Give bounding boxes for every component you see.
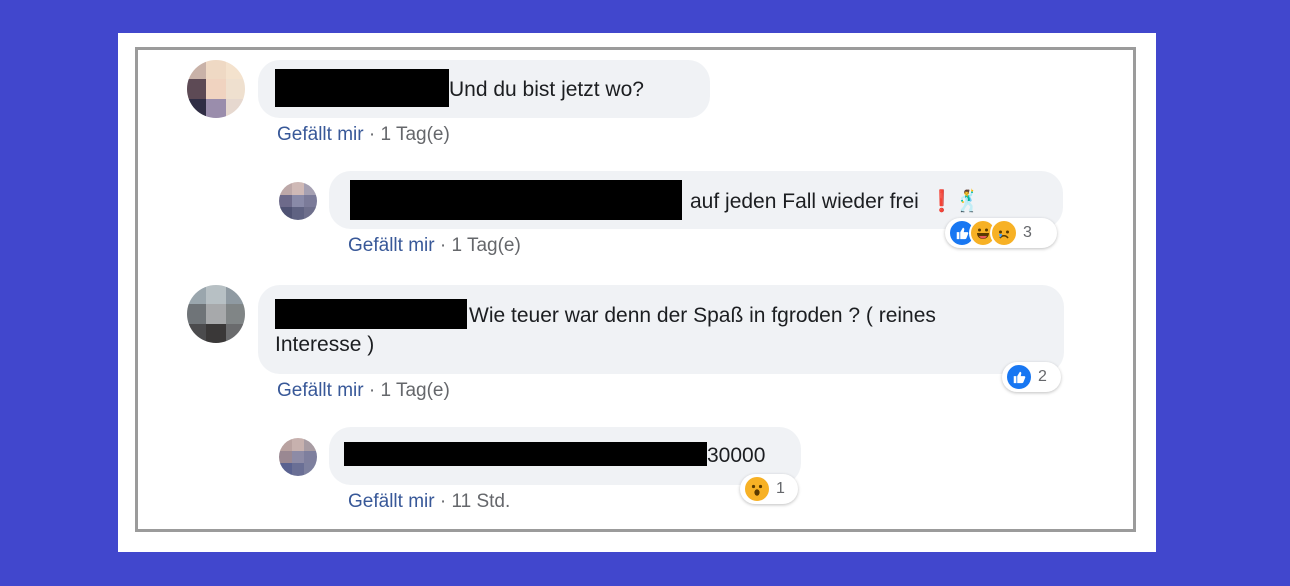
comment-meta: Gefällt mir · 11 Std. xyxy=(348,491,510,513)
reaction-count: 3 xyxy=(1023,224,1032,241)
reaction-count: 2 xyxy=(1038,368,1047,385)
redacted-name xyxy=(275,299,467,330)
reaction-summary[interactable]: 1 xyxy=(740,474,798,504)
exclamation-dancer-emoji: ❗🕺 xyxy=(928,190,981,214)
comment-text: 30000 xyxy=(707,444,766,467)
comment-time[interactable]: 1 Tag(e) xyxy=(451,235,520,256)
like-link[interactable]: Gefällt mir xyxy=(348,235,435,256)
comment-bubble: 30000 xyxy=(329,427,801,485)
redacted-name xyxy=(275,69,449,107)
meta-separator: · xyxy=(368,124,376,145)
like-link[interactable]: Gefällt mir xyxy=(348,491,435,512)
avatar[interactable] xyxy=(279,438,317,476)
comment-text-line1: Wie teuer war denn der Spaß in fgroden ?… xyxy=(469,304,936,327)
reaction-summary[interactable]: 2 xyxy=(1002,362,1061,392)
meta-separator: · xyxy=(439,491,447,512)
like-link[interactable]: Gefällt mir xyxy=(277,124,364,145)
comment-time[interactable]: 1 Tag(e) xyxy=(380,124,449,145)
like-icon xyxy=(1005,363,1033,391)
redacted-name xyxy=(344,442,707,467)
avatar[interactable] xyxy=(279,182,317,220)
comment-bubble: Wie teuer war denn der Spaß in fgroden ?… xyxy=(258,285,1064,374)
like-link[interactable]: Gefällt mir xyxy=(277,380,364,401)
comment-time[interactable]: 11 Std. xyxy=(451,491,510,512)
comment-text: Und du bist jetzt wo? xyxy=(449,78,644,102)
meta-separator: · xyxy=(439,235,447,256)
comment-meta: Gefällt mir · 1 Tag(e) xyxy=(348,235,521,257)
comment-text-line2: Interesse ) xyxy=(275,333,375,356)
comment-meta: Gefällt mir · 1 Tag(e) xyxy=(277,124,450,146)
redacted-name xyxy=(350,180,682,220)
comment-bubble: Und du bist jetzt wo? xyxy=(258,60,710,118)
meta-separator: · xyxy=(368,380,376,401)
comment-text: auf jeden Fall wieder frei xyxy=(690,190,919,214)
wow-icon xyxy=(743,475,771,503)
sad-icon xyxy=(990,219,1018,247)
avatar[interactable] xyxy=(187,285,245,343)
comment-time[interactable]: 1 Tag(e) xyxy=(380,380,449,401)
avatar[interactable] xyxy=(187,60,245,118)
reaction-count: 1 xyxy=(776,480,785,497)
comment-meta: Gefällt mir · 1 Tag(e) xyxy=(277,380,450,402)
reaction-summary[interactable]: 3 xyxy=(945,218,1057,248)
